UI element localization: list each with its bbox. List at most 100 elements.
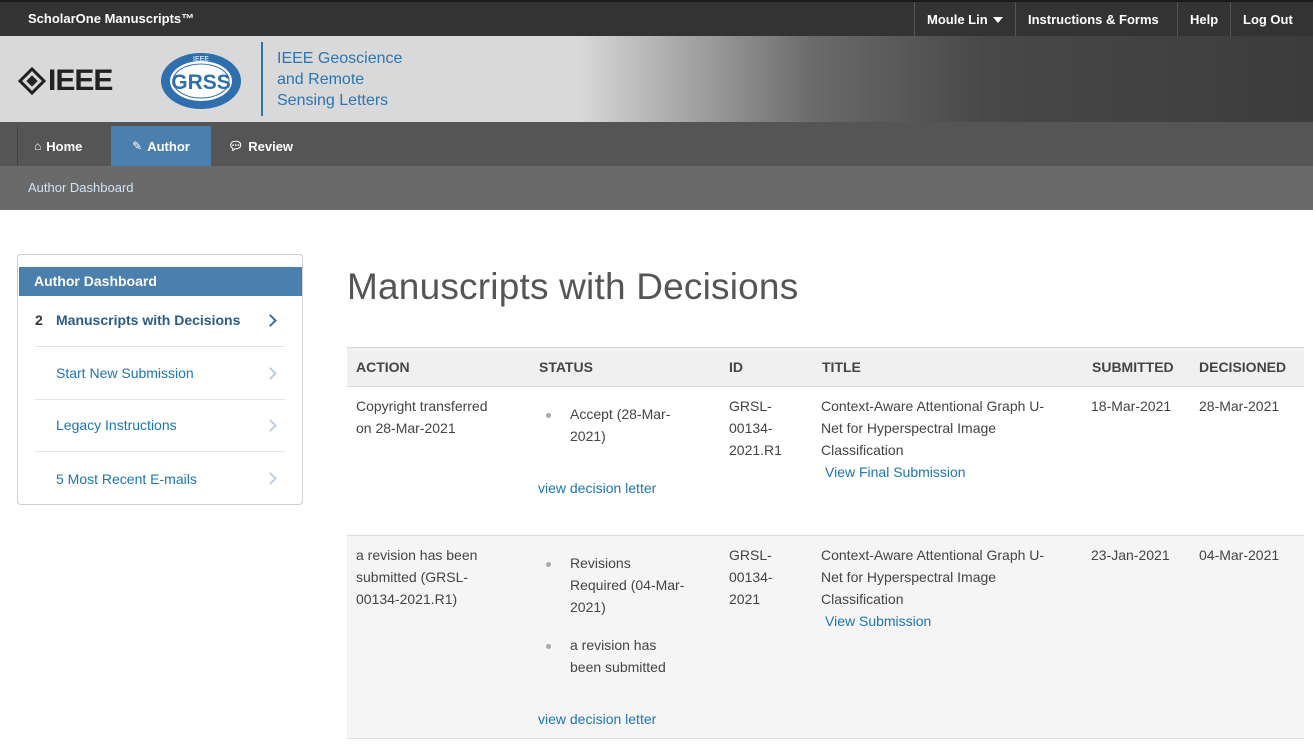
nav-home[interactable]: ⌂ Home — [17, 126, 98, 166]
action-text: submitted (GRSL- — [356, 569, 469, 585]
logout-link[interactable]: Log Out — [1230, 2, 1313, 36]
action-cell: a revision has been submitted (GRSL- 001… — [356, 544, 477, 610]
status-text: Revisions Required (04-Mar- 2021) — [570, 552, 684, 618]
action-text: a revision has been — [356, 547, 478, 563]
sidebar-item-count: 2 — [35, 312, 43, 328]
brand-name[interactable]: ScholarOne Manuscripts™ — [28, 11, 194, 26]
title-line: Net for Hyperspectral Image — [821, 569, 997, 585]
view-submission-link[interactable]: View Submission — [825, 610, 931, 632]
decisioned-date: 04-Mar-2021 — [1199, 547, 1280, 563]
action-text: on 28-Mar-2021 — [356, 420, 456, 436]
sidebar-item-recent-emails[interactable]: 5 Most Recent E-mails — [35, 452, 285, 505]
status-line: Revisions — [570, 555, 631, 571]
nav-author[interactable]: ✎ Author — [111, 126, 211, 166]
status-line: 2021) — [570, 599, 606, 615]
comment-icon: 💬︎ — [228, 139, 244, 153]
chevron-right-icon — [264, 418, 277, 432]
action-text: 00134-2021.R1) — [356, 591, 458, 607]
ieee-diamond-icon — [17, 66, 47, 96]
top-bar: ScholarOne Manuscripts™ Moule Lin Instru… — [0, 0, 1313, 36]
sidebar-item-start-new-submission[interactable]: Start New Submission — [35, 347, 285, 400]
title-line: Context-Aware Attentional Graph U- — [821, 398, 1045, 414]
breadcrumb-bar: Author Dashboard — [0, 166, 1313, 210]
column-header-status: STATUS — [539, 359, 593, 375]
page-title: Manuscripts with Decisions — [347, 266, 799, 307]
nav-review-label: Review — [248, 138, 294, 154]
id-line: 2021 — [729, 591, 761, 607]
table-header: ACTION STATUS ID TITLE SUBMITTED DECISIO… — [347, 347, 1304, 387]
sidebar-item-label: Start New Submission — [56, 365, 194, 381]
pencil-icon: ✎ — [132, 139, 143, 153]
grss-logo[interactable]: IEEE GRSS — [160, 52, 242, 110]
view-final-submission-link[interactable]: View Final Submission — [825, 461, 966, 483]
chevron-down-icon — [992, 16, 1003, 23]
title-line: Net for Hyperspectral Image — [821, 420, 997, 436]
sidebar-item-label: 5 Most Recent E-mails — [56, 470, 197, 487]
sidebar-item-label: Manuscripts with Decisions — [56, 312, 241, 328]
home-icon: ⌂ — [34, 139, 42, 153]
top-nav: Moule Lin Instructions & Forms Help Log … — [914, 2, 1313, 36]
view-decision-letter-link[interactable]: view decision letter — [538, 477, 656, 499]
id-line: 00134- — [729, 569, 773, 585]
status-line: a revision has — [570, 637, 657, 653]
user-menu-label: Moule Lin — [927, 11, 988, 27]
nav-author-label: Author — [147, 138, 190, 154]
title-line: Context-Aware Attentional Graph U- — [821, 547, 1045, 563]
decisioned-date: 28-Mar-2021 — [1199, 398, 1280, 414]
breadcrumb-author-dashboard[interactable]: Author Dashboard — [28, 180, 134, 195]
view-decision-letter-link[interactable]: view decision letter — [538, 708, 656, 730]
main-nav: ⌂ Home ✎ Author 💬︎ Review — [0, 122, 1313, 166]
manuscript-title: Context-Aware Attentional Graph U- Net f… — [821, 395, 1044, 461]
column-header-action: ACTION — [356, 359, 410, 375]
manuscript-title: Context-Aware Attentional Graph U- Net f… — [821, 544, 1044, 610]
manuscript-id: GRSL- 00134- 2021 — [729, 544, 773, 610]
id-line: GRSL- — [729, 547, 772, 563]
user-menu[interactable]: Moule Lin — [914, 2, 1015, 36]
ieee-logo[interactable]: IEEE — [17, 64, 113, 98]
column-header-submitted: SUBMITTED — [1092, 359, 1174, 375]
manuscript-id: GRSL- 00134- 2021.R1 — [729, 395, 782, 461]
instructions-forms-link[interactable]: Instructions & Forms — [1015, 2, 1177, 36]
grss-ring-text: IEEE — [193, 56, 209, 63]
table-row: Copyright transferred on 28-Mar-2021 Acc… — [347, 387, 1304, 536]
sidebar-item-label: Legacy Instructions — [56, 417, 177, 433]
status-line: been submitted — [570, 659, 666, 675]
bullet-icon — [546, 562, 551, 567]
sidebar: Author Dashboard 2 Manuscripts with Deci… — [17, 254, 303, 505]
table-row: a revision has been submitted (GRSL- 001… — [347, 536, 1304, 739]
sidebar-item-legacy-instructions[interactable]: Legacy Instructions — [35, 399, 285, 452]
journal-name-line3: Sensing Letters — [277, 92, 389, 109]
nav-review[interactable]: 💬︎ Review — [212, 126, 309, 166]
id-line: 00134- — [729, 420, 773, 436]
status-line: Required (04-Mar- — [570, 577, 685, 593]
journal-name: IEEE Geoscience and Remote Sensing Lette… — [277, 48, 402, 111]
chevron-right-icon — [264, 472, 277, 485]
chevron-right-icon — [264, 366, 277, 380]
status-text: Accept (28-Mar- 2021) — [570, 403, 670, 447]
column-header-title: TITLE — [822, 359, 861, 375]
sidebar-item-manuscripts-with-decisions[interactable]: 2 Manuscripts with Decisions — [35, 294, 285, 347]
bullet-icon — [546, 413, 551, 418]
title-line: Classification — [821, 442, 904, 458]
column-header-decisioned: DECISIONED — [1199, 359, 1287, 375]
id-line: GRSL- — [729, 398, 772, 414]
status-text: a revision has been submitted — [570, 634, 666, 678]
action-cell: Copyright transferred on 28-Mar-2021 — [356, 395, 488, 439]
id-line: 2021.R1 — [729, 442, 782, 458]
journal-name-line2: and Remote — [277, 71, 365, 88]
journal-name-line1: IEEE Geoscience — [277, 50, 403, 67]
title-line: Classification — [821, 591, 904, 607]
action-text: Copyright transferred — [356, 398, 488, 414]
status-line: 2021) — [570, 428, 606, 444]
submitted-date: 18-Mar-2021 — [1091, 398, 1172, 414]
bullet-icon — [546, 644, 551, 649]
nav-home-label: Home — [46, 138, 83, 154]
chevron-right-icon — [264, 313, 277, 327]
submitted-date: 23-Jan-2021 — [1091, 547, 1170, 563]
help-link[interactable]: Help — [1177, 2, 1230, 36]
banner-divider — [261, 42, 263, 116]
ieee-logo-text: IEEE — [48, 64, 113, 97]
column-header-id: ID — [729, 359, 743, 375]
status-line: Accept (28-Mar- — [570, 406, 671, 422]
sidebar-header: Author Dashboard — [19, 267, 302, 296]
